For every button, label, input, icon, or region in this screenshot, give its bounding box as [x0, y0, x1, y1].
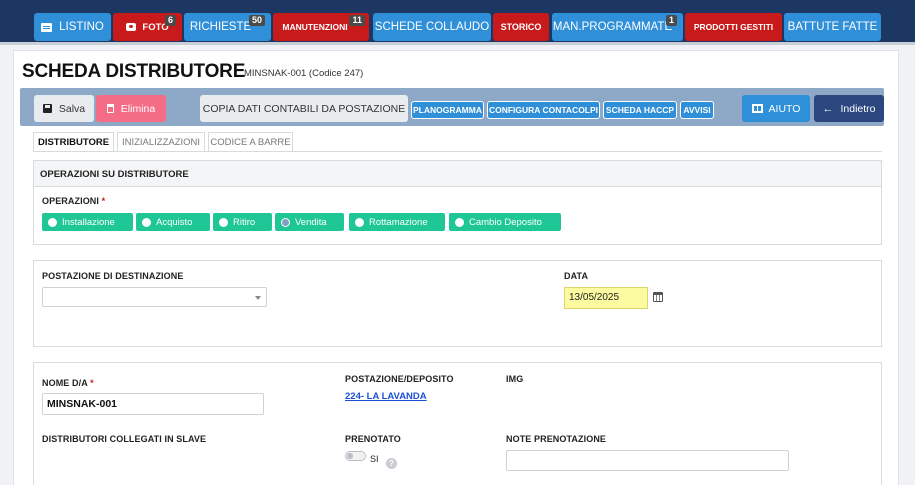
operations-label: OPERAZIONI * [42, 196, 105, 206]
help-label: AIUTO [768, 102, 801, 115]
tab-codice-a-barre[interactable]: CODICE A BARRE [208, 132, 293, 151]
radio-label: Ritiro [233, 216, 256, 228]
book-icon [751, 104, 763, 113]
back-button[interactable]: ← Indietro [814, 95, 884, 122]
nav-storico-button[interactable]: STORICO [493, 13, 549, 41]
nav-foto-badge: 6 [164, 15, 176, 26]
radio-dot-icon [219, 217, 228, 227]
nav-battute-fatte-label: BATTUTE FATTE [787, 21, 878, 33]
arrow-left-icon: ← [822, 102, 834, 115]
destination-label: POSTAZIONE DI DESTINAZIONE [42, 271, 184, 281]
top-navigation: LISTINO FOTO 6 RICHIESTE 50 MANUTENZIONI… [0, 0, 915, 45]
radio-label: Acquisto [156, 216, 193, 228]
scheda-haccp-button[interactable]: SCHEDA HACCP [603, 101, 677, 119]
nav-man-programmate-badge: 1 [665, 15, 677, 26]
nav-manutenzioni-badge: 11 [349, 15, 365, 26]
nav-manutenzioni-button[interactable]: MANUTENZIONI 11 [273, 13, 369, 41]
details-section: NOME D/A * MINSNAK-001 POSTAZIONE/DEPOSI… [33, 362, 882, 485]
delete-button[interactable]: Elimina [96, 95, 166, 122]
nav-richieste-badge: 50 [248, 15, 265, 26]
radio-dot-selected-icon [281, 217, 290, 227]
list-icon [41, 22, 53, 32]
action-toolbar: Salva Elimina COPIA DATI CONTABILI DA PO… [20, 88, 884, 126]
nav-schede-collaudo-label: SCHEDE COLLAUDO [374, 21, 490, 33]
date-field[interactable]: 13/05/2025 [564, 287, 648, 309]
name-label-text: NOME D/A [42, 378, 88, 388]
planogramma-button[interactable]: PLANOGRAMMA [411, 101, 484, 119]
calendar-icon[interactable] [653, 292, 663, 302]
nav-listino-button[interactable]: LISTINO [34, 13, 111, 41]
tab-divider [33, 151, 882, 152]
nav-man-programmate-label: MAN.PROGRAMMATE [552, 21, 673, 33]
trash-icon [106, 104, 114, 113]
operations-section: OPERAZIONI SU DISTRIBUTORE OPERAZIONI * … [33, 160, 882, 245]
avvisi-button[interactable]: AVVISI [680, 101, 714, 119]
image-icon [126, 23, 137, 31]
radio-dot-icon [142, 217, 151, 227]
destination-select[interactable] [42, 287, 267, 307]
radio-rottamazione[interactable]: Rottamazione [349, 213, 445, 231]
postazione-link[interactable]: 224- LA LAVANDA [345, 391, 427, 402]
nav-storico-label: STORICO [500, 22, 542, 32]
radio-cambio-deposito[interactable]: Cambio Deposito [449, 213, 561, 231]
nav-manutenzioni-label: MANUTENZIONI [282, 22, 348, 32]
postazione-deposito-label: POSTAZIONE/DEPOSITO [345, 374, 454, 384]
img-label: IMG [506, 374, 524, 384]
page-title: SCHEDA DISTRIBUTORE [22, 61, 246, 82]
nav-prodotti-gestiti-button[interactable]: PRODOTTI GESTITI [685, 13, 782, 41]
nav-listino-label: LISTINO [59, 21, 104, 33]
radio-installazione[interactable]: Installazione [42, 213, 133, 231]
date-label: DATA [564, 271, 589, 281]
nav-richieste-label: RICHIESTE [189, 21, 252, 33]
configura-contacolpi-button[interactable]: CONFIGURA CONTACOLPI [487, 101, 600, 119]
nav-battute-fatte-button[interactable]: BATTUTE FATTE [784, 13, 881, 41]
nav-richieste-button[interactable]: RICHIESTE 50 [184, 13, 271, 41]
delete-label: Elimina [120, 102, 156, 115]
radio-dot-icon [355, 217, 364, 227]
help-question-icon[interactable]: ? [386, 458, 397, 469]
operations-section-header: OPERAZIONI SU DISTRIBUTORE [34, 161, 881, 187]
tab-inizializzazioni[interactable]: INIZIALIZZAZIONI [117, 132, 205, 151]
radio-dot-icon [455, 217, 464, 227]
tab-distributore[interactable]: DISTRIBUTORE [33, 132, 114, 151]
prenotato-toggle-text: SI [370, 454, 379, 464]
note-field[interactable] [506, 450, 789, 471]
radio-vendita[interactable]: Vendita [275, 213, 344, 231]
radio-label: Rottamazione [369, 216, 428, 228]
radio-label: Vendita [295, 216, 327, 228]
prenotato-toggle[interactable] [345, 451, 366, 461]
copy-accounting-data-button[interactable]: COPIA DATI CONTABILI DA POSTAZIONE [200, 95, 408, 122]
radio-dot-icon [48, 217, 57, 227]
nav-schede-collaudo-button[interactable]: SCHEDE COLLAUDO [373, 13, 491, 41]
nav-man-programmate-button[interactable]: MAN.PROGRAMMATE 1 [552, 13, 683, 41]
destination-section: POSTAZIONE DI DESTINAZIONE DATA 13/05/20… [33, 260, 882, 347]
required-asterisk: * [90, 378, 94, 388]
operations-label-text: OPERAZIONI [42, 196, 100, 206]
save-button[interactable]: Salva [34, 95, 94, 122]
radio-label: Installazione [62, 216, 115, 228]
slave-distributors-label: DISTRIBUTORI COLLEGATI IN SLAVE [42, 434, 207, 444]
radio-label: Cambio Deposito [469, 216, 542, 228]
back-label: Indietro [840, 102, 876, 115]
floppy-icon [42, 104, 52, 113]
radio-ritiro[interactable]: Ritiro [213, 213, 272, 231]
nav-prodotti-gestiti-label: PRODOTTI GESTITI [693, 22, 774, 32]
save-label: Salva [58, 102, 86, 115]
caret-down-icon [255, 296, 261, 300]
name-label: NOME D/A * [42, 378, 94, 388]
required-asterisk: * [101, 196, 106, 206]
help-button[interactable]: AIUTO [742, 95, 810, 122]
nav-foto-button[interactable]: FOTO 6 [113, 13, 182, 41]
prenotato-label: PRENOTATO [345, 434, 401, 444]
radio-acquisto[interactable]: Acquisto [136, 213, 210, 231]
name-field[interactable]: MINSNAK-001 [42, 393, 264, 415]
note-label: NOTE PRENOTAZIONE [506, 434, 607, 444]
page-subtitle: MINSNAK-001 (Codice 247) [244, 68, 364, 79]
